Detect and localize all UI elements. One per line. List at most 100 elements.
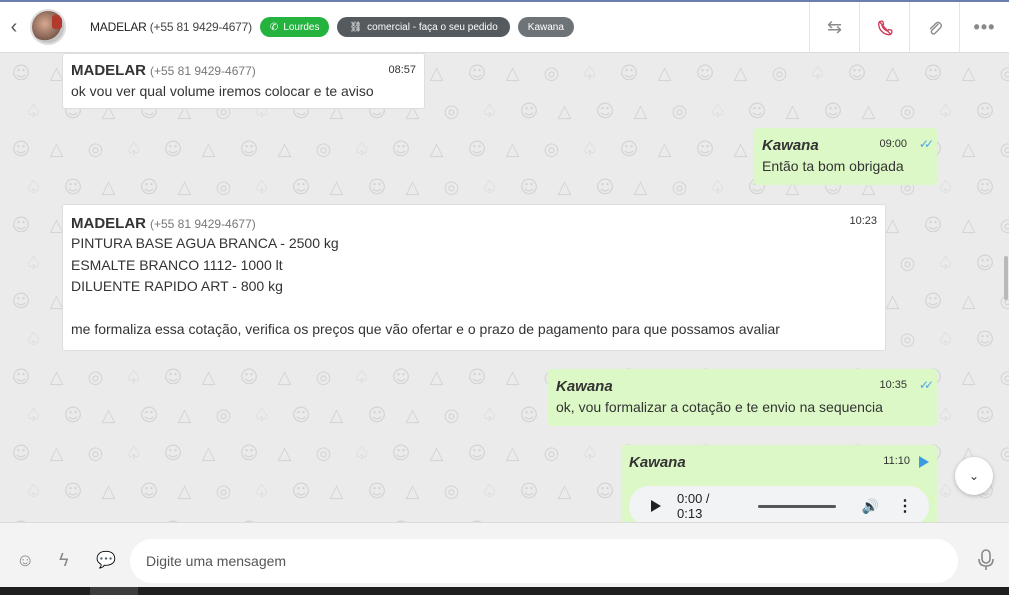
pattern-doodle-icon: ♤ bbox=[581, 443, 598, 464]
pattern-doodle-icon: ♤ bbox=[581, 63, 598, 84]
read-ticks-icon: ✓✓ bbox=[918, 137, 934, 151]
pattern-doodle-icon: ☺ bbox=[923, 291, 943, 312]
pattern-doodle-icon: △ bbox=[329, 481, 344, 502]
pattern-doodle-icon: ☺ bbox=[695, 63, 715, 84]
pattern-doodle-icon: ♤ bbox=[25, 101, 42, 122]
microphone-icon[interactable] bbox=[978, 549, 994, 576]
end-call-button[interactable] bbox=[859, 2, 909, 53]
pattern-doodle-icon: △ bbox=[429, 63, 444, 84]
pattern-doodle-icon: ♤ bbox=[937, 101, 954, 122]
pattern-doodle-icon: ♤ bbox=[581, 139, 598, 160]
pattern-doodle-icon: ♤ bbox=[25, 177, 42, 198]
pattern-doodle-icon: △ bbox=[429, 139, 444, 160]
pattern-doodle-icon: ◎ bbox=[443, 481, 460, 502]
audio-player[interactable]: 0:00 / 0:13 🔊 ⋮ bbox=[629, 486, 929, 522]
pattern-doodle-icon: ♤ bbox=[253, 405, 270, 426]
scroll-down-button[interactable]: ⌄ bbox=[955, 457, 993, 495]
pattern-doodle-icon: ♤ bbox=[709, 177, 726, 198]
pattern-doodle-icon: ☺ bbox=[163, 443, 183, 464]
back-button[interactable]: ‹ bbox=[0, 16, 28, 39]
more-button[interactable]: ••• bbox=[959, 2, 1009, 53]
message-time: 10:23 bbox=[849, 215, 877, 227]
chevron-left-icon: ‹ bbox=[10, 15, 18, 38]
pattern-doodle-icon: ☺ bbox=[467, 63, 487, 84]
attach-button[interactable] bbox=[909, 2, 959, 53]
pattern-doodle-icon: ♤ bbox=[125, 139, 142, 160]
pattern-doodle-icon: △ bbox=[49, 139, 64, 160]
pattern-doodle-icon: ☺ bbox=[11, 367, 31, 388]
more-icon: ••• bbox=[973, 17, 996, 37]
pattern-doodle-icon: ☺ bbox=[595, 177, 615, 198]
pattern-doodle-icon: ☺ bbox=[519, 481, 539, 502]
pattern-doodle-icon: ☺ bbox=[239, 139, 259, 160]
scrollbar-thumb[interactable] bbox=[1004, 256, 1008, 300]
message-input[interactable] bbox=[130, 539, 958, 583]
pattern-doodle-icon: ◎ bbox=[315, 367, 332, 388]
pattern-doodle-icon: △ bbox=[405, 405, 420, 426]
pattern-doodle-icon: ♤ bbox=[481, 101, 498, 122]
pattern-doodle-icon: ☺ bbox=[367, 177, 387, 198]
message-incoming[interactable]: MADELAR (+55 81 9429-4677) 08:57 ok vou v… bbox=[62, 53, 425, 109]
header-actions: ⇆ ••• bbox=[809, 2, 1009, 53]
emoji-icon[interactable]: ☺ bbox=[16, 550, 34, 571]
message-incoming[interactable]: MADELAR (+55 81 9429-4677) 10:23 PINTURA … bbox=[62, 204, 886, 351]
pattern-doodle-icon: △ bbox=[49, 443, 64, 464]
lightning-icon[interactable]: ϟ bbox=[59, 550, 69, 571]
pattern-doodle-icon: △ bbox=[277, 443, 292, 464]
pattern-doodle-icon: △ bbox=[177, 405, 192, 426]
sitemap-icon: ⛓ bbox=[349, 21, 363, 33]
transfer-button[interactable]: ⇆ bbox=[809, 2, 859, 53]
pattern-doodle-icon: ♤ bbox=[937, 405, 954, 426]
taskbar-tab[interactable] bbox=[90, 587, 138, 595]
pattern-doodle-icon: ☺ bbox=[139, 405, 159, 426]
audio-more-icon[interactable]: ⋮ bbox=[897, 496, 913, 516]
pattern-doodle-icon: ☺ bbox=[139, 177, 159, 198]
volume-icon[interactable]: 🔊 bbox=[862, 498, 879, 515]
tag-kawana[interactable]: Kawana bbox=[517, 17, 574, 37]
pattern-doodle-icon: ♤ bbox=[353, 139, 370, 160]
pattern-doodle-icon: ♤ bbox=[25, 481, 42, 502]
avatar[interactable] bbox=[30, 9, 66, 45]
message-text: ok vou ver qual volume iremos colocar e … bbox=[71, 83, 374, 99]
contact-phone: (+55 81 9429-4677) bbox=[149, 20, 252, 34]
pattern-doodle-icon: ◎ bbox=[771, 63, 788, 84]
attach-icon bbox=[929, 21, 942, 35]
pattern-doodle-icon: △ bbox=[557, 177, 572, 198]
pattern-doodle-icon: △ bbox=[657, 139, 672, 160]
pattern-doodle-icon: ◎ bbox=[543, 139, 560, 160]
pattern-doodle-icon: ☺ bbox=[63, 177, 83, 198]
pattern-doodle-icon: △ bbox=[885, 63, 900, 84]
pattern-doodle-icon: △ bbox=[885, 215, 900, 236]
message-outgoing[interactable]: Kawana 10:35 ✓✓ ok, vou formalizar a cot… bbox=[548, 369, 937, 426]
play-icon[interactable] bbox=[651, 500, 661, 512]
message-sender-phone: (+55 81 9429-4677) bbox=[150, 217, 256, 231]
pattern-doodle-icon: △ bbox=[633, 177, 648, 198]
chat-area[interactable]: ☺ △ ◎ ♤ ☺ △ ☺ △ ◎ ♤ ☺ △ ☺ △ ◎ ♤ ☺ △ ☺ △ ◎ ♤ ☺ △ ☺ △ ◎ ♤ ☺ △ ☺ △ ◎ ♤ ☺ △ ☺ △ ◎ ♤… bbox=[0, 53, 1009, 522]
pattern-doodle-icon: ♤ bbox=[937, 481, 954, 502]
pattern-doodle-icon: ♤ bbox=[353, 443, 370, 464]
message-outgoing-audio[interactable]: Kawana 11:10 0:00 / 0:13 🔊 ⋮ bbox=[621, 445, 937, 522]
message-outgoing[interactable]: Kawana 09:00 ✓✓ Então ta bom obrigada bbox=[754, 128, 937, 185]
message-time: 11:10 bbox=[883, 455, 910, 467]
pattern-doodle-icon: ☺ bbox=[975, 405, 995, 426]
pattern-doodle-icon: ☺ bbox=[695, 139, 715, 160]
pattern-doodle-icon: ♤ bbox=[709, 101, 726, 122]
pattern-doodle-icon: ◎ bbox=[899, 101, 916, 122]
pattern-doodle-icon: ♤ bbox=[25, 253, 42, 274]
message-text: PINTURA BASE AGUA BRANCA - 2500 kg ESMAL… bbox=[71, 235, 780, 337]
scrollbar[interactable] bbox=[1003, 53, 1009, 522]
contact-info[interactable]: MADELAR (+55 81 9429-4677) bbox=[90, 20, 252, 34]
pattern-doodle-icon: △ bbox=[505, 139, 520, 160]
pattern-doodle-icon: ☺ bbox=[467, 367, 487, 388]
audio-progress-track[interactable] bbox=[758, 504, 836, 508]
pattern-doodle-icon: △ bbox=[885, 291, 900, 312]
tag-comercial[interactable]: ⛓ comercial - faça o seu pedido bbox=[337, 17, 510, 37]
tag-lourdes[interactable]: ✆ Lourdes bbox=[259, 17, 330, 37]
pattern-doodle-icon: △ bbox=[101, 481, 116, 502]
pattern-doodle-icon: ♤ bbox=[125, 367, 142, 388]
chat-bubble-icon[interactable]: 💬 bbox=[96, 550, 116, 570]
pattern-doodle-icon: ☺ bbox=[11, 63, 31, 84]
pattern-doodle-icon: △ bbox=[657, 63, 672, 84]
pattern-doodle-icon: ☺ bbox=[823, 101, 843, 122]
pattern-doodle-icon: △ bbox=[201, 367, 216, 388]
